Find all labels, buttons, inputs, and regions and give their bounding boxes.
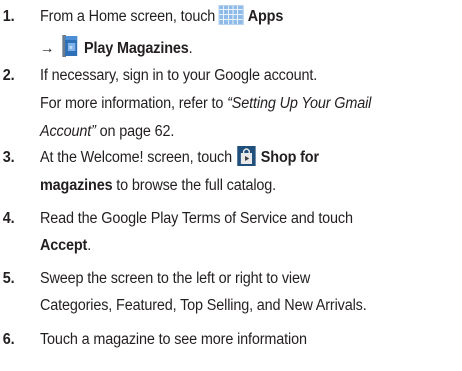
step-number: 5.	[2, 270, 15, 287]
step-text: Touch a magazine to see more information	[39, 331, 307, 348]
step-2-line-2: For more information, refer to “Setting …	[40, 93, 371, 115]
step-4-line-2: Accept.	[40, 235, 91, 257]
step-2-line-3: Account” on page 62.	[40, 121, 174, 143]
shop-for-label: Shop for	[260, 149, 319, 166]
step-text: .	[188, 40, 193, 58]
arrow-right-icon: →	[39, 40, 55, 58]
step-3-line-1: At the Welcome! screen, touch Shop for	[39, 145, 319, 169]
step-3-line-2: magazines to browse the full catalog.	[40, 175, 276, 197]
play-magazines-icon: ≡	[62, 35, 78, 57]
step-number: 6.	[2, 331, 15, 348]
step-1-line-2: → ≡ Play Magazines.	[39, 35, 193, 61]
step-text: Categories, Featured, Top Selling, and N…	[39, 297, 367, 314]
step-5-line-2: Categories, Featured, Top Selling, and N…	[40, 295, 367, 317]
magazines-label: magazines	[39, 177, 113, 194]
accept-label: Accept	[39, 237, 88, 254]
svg-text:≡: ≡	[69, 46, 73, 51]
step-6-line-1: Touch a magazine to see more information	[40, 329, 307, 351]
step-number: 2.	[2, 67, 15, 84]
step-text: to browse the full catalog.	[112, 177, 277, 194]
step-text: For more information, refer to	[39, 95, 228, 112]
play-magazines-label: Play Magazines	[84, 40, 189, 58]
step-text: .	[87, 237, 92, 254]
step-4-line-1: Read the Google Play Terms of Service an…	[40, 208, 353, 230]
cross-reference-title: Account”	[39, 123, 96, 140]
step-text: From a Home screen, touch	[39, 8, 216, 25]
step-number: 4.	[2, 210, 15, 227]
cross-reference-title: “Setting Up Your Gmail	[227, 95, 372, 112]
step-number: 1.	[2, 8, 15, 25]
step-text: If necessary, sign in to your Google acc…	[39, 67, 318, 84]
step-5-line-1: Sweep the screen to the left or right to…	[40, 268, 310, 290]
play-store-bag-icon	[237, 145, 257, 166]
page-reference: on page 62.	[95, 123, 175, 140]
step-number: 3.	[2, 149, 15, 166]
apps-label: Apps	[247, 8, 284, 25]
step-1-line-1: From a Home screen, touch Apps	[39, 4, 284, 28]
step-text: At the Welcome! screen, touch	[39, 149, 232, 166]
step-2-line-1: If necessary, sign in to your Google acc…	[40, 65, 317, 87]
instruction-document: 1. From a Home screen, touch Apps → ≡ Pla…	[0, 0, 462, 371]
step-text: Sweep the screen to the left or right to…	[39, 270, 311, 287]
apps-grid-icon	[218, 4, 244, 25]
step-text: Read the Google Play Terms of Service an…	[39, 210, 353, 227]
